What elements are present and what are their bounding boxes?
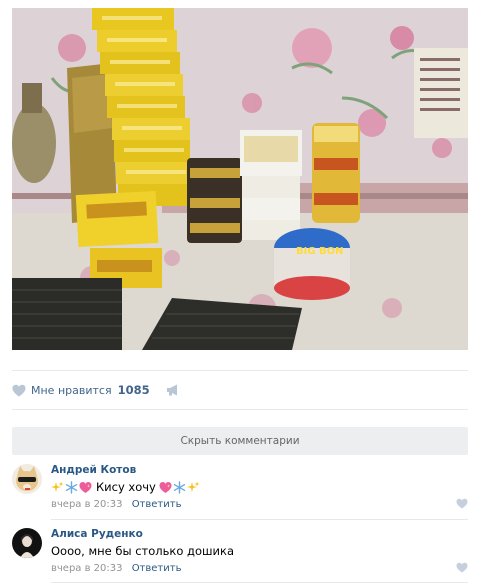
comment-text-content: Оооо, мне бы столько дошика bbox=[51, 544, 235, 558]
reply-link[interactable]: Ответить bbox=[132, 563, 182, 574]
post-photo[interactable]: BIG BON bbox=[12, 8, 468, 350]
comment-meta: вчера в 20:33 Ответить bbox=[51, 499, 181, 510]
like-count: 1085 bbox=[117, 383, 150, 397]
reply-link[interactable]: Ответить bbox=[132, 499, 182, 510]
hide-comments-button[interactable]: Скрыть комментарии bbox=[12, 427, 468, 455]
heart-icon[interactable] bbox=[456, 498, 468, 509]
comment-meta: вчера в 20:33 Ответить bbox=[51, 563, 181, 574]
comment-text: Оооо, мне бы столько дошика bbox=[51, 544, 234, 558]
comment-date[interactable]: вчера в 20:33 bbox=[51, 563, 123, 574]
sparkling-heart-emoji-icon bbox=[159, 481, 172, 493]
like-label: Мне нравится bbox=[31, 383, 112, 397]
comment-author[interactable]: Андрей Котов bbox=[51, 464, 136, 476]
svg-text:BIG BON: BIG BON bbox=[296, 246, 344, 257]
post-actions-bar: Мне нравится 1085 bbox=[12, 370, 468, 410]
snowflake-emoji-icon bbox=[65, 480, 78, 494]
megaphone-icon[interactable] bbox=[166, 384, 180, 396]
comment-text: Кису хочу bbox=[51, 480, 201, 494]
avatar[interactable] bbox=[12, 464, 42, 494]
comment-divider bbox=[51, 582, 468, 583]
comment-divider bbox=[51, 519, 468, 520]
like-button[interactable]: Мне нравится 1085 bbox=[12, 377, 150, 403]
sparkling-heart-emoji-icon bbox=[79, 481, 92, 493]
comment-date[interactable]: вчера в 20:33 bbox=[51, 499, 123, 510]
heart-icon[interactable] bbox=[456, 562, 468, 573]
snowflake-emoji-icon bbox=[173, 480, 186, 494]
sparkles-emoji-icon bbox=[51, 481, 64, 492]
profile-avatar-image bbox=[12, 528, 42, 558]
avatar[interactable] bbox=[12, 528, 42, 558]
comment-author[interactable]: Алиса Руденко bbox=[51, 528, 143, 540]
heart-icon bbox=[12, 384, 26, 396]
cat-avatar-image bbox=[12, 464, 42, 494]
comment-item: Алиса Руденко Оооо, мне бы столько дошик… bbox=[12, 528, 468, 578]
comment-text-content: Кису хочу bbox=[96, 480, 156, 494]
comment-item: Андрей Котов Кису хочу вчера в 20:33 Отв… bbox=[12, 464, 468, 514]
sparkles-emoji-icon bbox=[186, 481, 200, 492]
photo-illustration: BIG BON bbox=[12, 8, 468, 350]
